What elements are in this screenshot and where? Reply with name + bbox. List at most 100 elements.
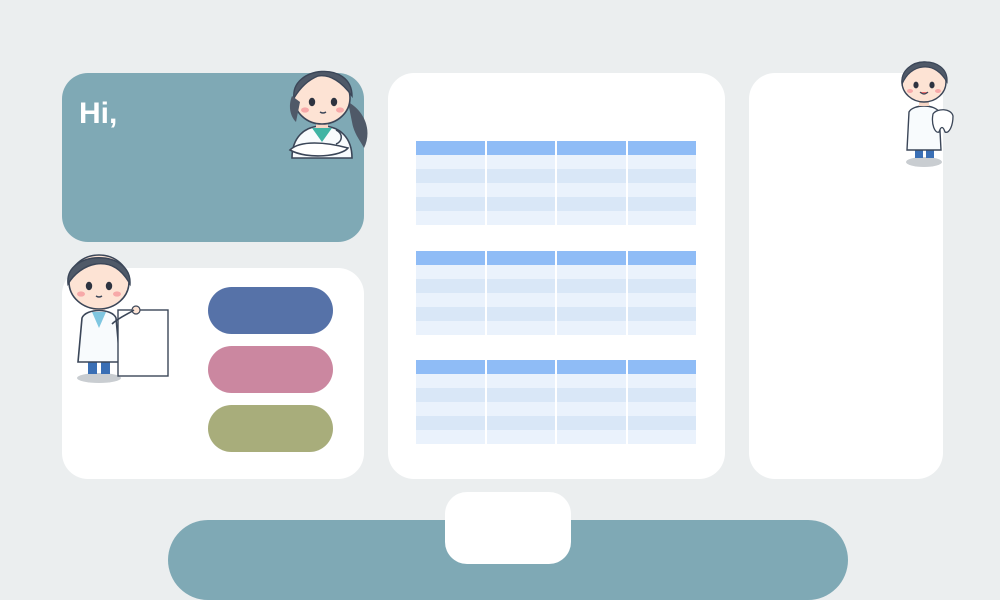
table-cell — [627, 293, 696, 307]
blue-pill-button[interactable] — [208, 287, 333, 334]
table-row — [416, 211, 696, 225]
table-cell — [416, 279, 485, 293]
schedule-table-3 — [414, 360, 698, 444]
table-cell — [627, 416, 696, 430]
table-row — [416, 307, 696, 321]
table-row — [416, 388, 696, 402]
table-cell — [557, 321, 626, 335]
table-cell — [416, 388, 485, 402]
olive-pill-button[interactable] — [208, 405, 333, 452]
table-row — [416, 402, 696, 416]
table-cell — [557, 388, 626, 402]
table-row — [416, 293, 696, 307]
table-cell — [557, 211, 626, 225]
table-row — [416, 321, 696, 335]
table-row — [416, 265, 696, 279]
table-cell — [557, 183, 626, 197]
table-cell — [627, 402, 696, 416]
table-cell — [557, 197, 626, 211]
table-header-cell — [627, 141, 696, 155]
table-header-cell — [486, 251, 555, 265]
table-cell — [486, 374, 555, 388]
table-cell — [627, 321, 696, 335]
table-header-cell — [557, 141, 626, 155]
table-cell — [486, 155, 555, 169]
table-cell — [557, 155, 626, 169]
table-header-row — [416, 251, 696, 265]
table-cell — [416, 374, 485, 388]
table-cell — [627, 279, 696, 293]
table-cell — [416, 402, 485, 416]
table-cell — [416, 155, 485, 169]
table-header-cell — [627, 251, 696, 265]
table-row — [416, 430, 696, 444]
table-cell — [557, 265, 626, 279]
table-cell — [416, 321, 485, 335]
schedule-table-2 — [414, 251, 698, 335]
table-cell — [416, 293, 485, 307]
table-cell — [416, 416, 485, 430]
table-header-cell — [627, 360, 696, 374]
table-header-cell — [416, 360, 485, 374]
table-cell — [486, 307, 555, 321]
dentist-boy-illustration — [901, 61, 954, 167]
tables-card — [388, 73, 725, 479]
table-row — [416, 169, 696, 183]
table-cell — [627, 169, 696, 183]
table-cell — [486, 211, 555, 225]
table-header-cell — [416, 141, 485, 155]
table-cell — [416, 169, 485, 183]
table-cell — [416, 183, 485, 197]
table-header-cell — [486, 360, 555, 374]
table-cell — [627, 265, 696, 279]
table-cell — [486, 321, 555, 335]
doctor-boy-board-illustration — [67, 254, 169, 383]
schedule-table-1 — [414, 141, 698, 225]
table-cell — [557, 279, 626, 293]
table-row — [416, 155, 696, 169]
table-cell — [416, 307, 485, 321]
table-cell — [627, 211, 696, 225]
table-header-cell — [557, 251, 626, 265]
table-cell — [557, 416, 626, 430]
table-cell — [486, 279, 555, 293]
table-row — [416, 374, 696, 388]
table-cell — [486, 416, 555, 430]
table-cell — [486, 430, 555, 444]
table-cell — [486, 293, 555, 307]
table-cell — [557, 402, 626, 416]
table-row — [416, 279, 696, 293]
table-cell — [486, 388, 555, 402]
table-cell — [627, 374, 696, 388]
bottom-tab[interactable] — [445, 492, 571, 564]
table-cell — [557, 374, 626, 388]
table-cell — [486, 183, 555, 197]
table-row — [416, 197, 696, 211]
doctor-girl-illustration — [288, 70, 368, 159]
table-cell — [627, 388, 696, 402]
table-row — [416, 416, 696, 430]
table-cell — [416, 265, 485, 279]
table-cell — [416, 430, 485, 444]
table-cell — [486, 265, 555, 279]
table-cell — [416, 211, 485, 225]
table-header-cell — [557, 360, 626, 374]
pink-pill-button[interactable] — [208, 346, 333, 393]
table-cell — [416, 197, 485, 211]
table-header-cell — [486, 141, 555, 155]
table-header-row — [416, 141, 696, 155]
table-cell — [627, 430, 696, 444]
table-cell — [627, 183, 696, 197]
table-cell — [486, 169, 555, 183]
table-cell — [557, 307, 626, 321]
table-cell — [557, 293, 626, 307]
table-cell — [486, 402, 555, 416]
table-cell — [627, 155, 696, 169]
table-cell — [486, 197, 555, 211]
table-cell — [557, 430, 626, 444]
table-row — [416, 183, 696, 197]
table-cell — [627, 197, 696, 211]
greeting-text: Hi, — [79, 97, 118, 130]
table-header-cell — [416, 251, 485, 265]
table-header-row — [416, 360, 696, 374]
